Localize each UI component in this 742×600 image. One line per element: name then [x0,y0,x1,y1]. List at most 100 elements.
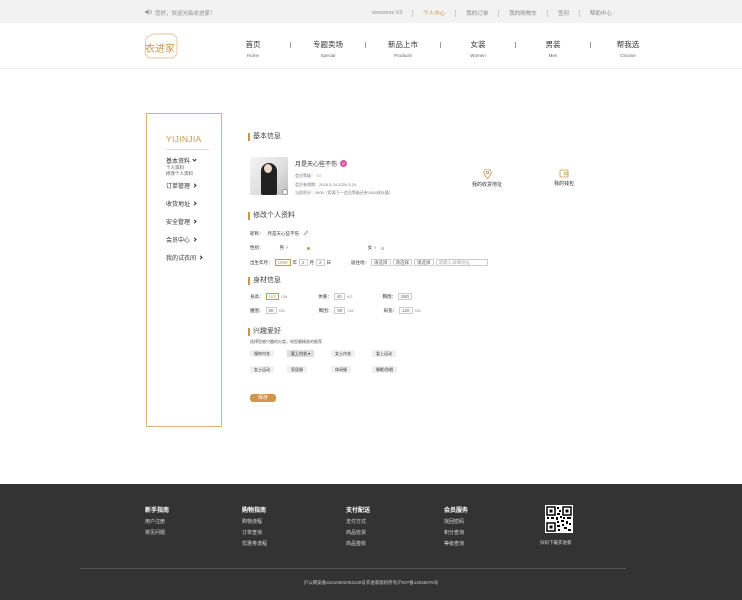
gender-male-option[interactable]: 男 ♂ [280,245,289,251]
city-select[interactable]: 请选择 [392,259,413,266]
footer-link[interactable]: 用户注册 [145,517,169,528]
wallet-icon [550,169,578,178]
username-link[interactable]: xxxxxxxx V3 [372,10,402,16]
shoulder-input[interactable]: 120 [399,307,413,314]
radio-empty-icon[interactable] [380,246,384,250]
nav-choose[interactable]: 帮我选 Choose [607,39,649,58]
top-bar: 您好，欢迎光临衣进家！ xxxxxxxx V3 个人中心 我的订单 我的购物车 … [0,0,742,23]
footer-link[interactable]: 商品检货 [346,528,370,539]
hobby-tag[interactable]: 休闲服 [331,366,351,373]
footer-link[interactable]: 常见问题 [145,528,169,539]
qr-caption: 扫码下载衣进家 [540,540,572,545]
vip-badge: V [340,160,348,167]
footer-col-payment: 支付配送 支付方式 商品检货 商品签收 [346,506,370,550]
hobby-tag[interactable]: 女士运动 [250,366,274,373]
hobby-tag[interactable]: 爱上运动 [372,350,396,357]
hobby-tag[interactable]: 女士内衣 [331,350,355,357]
sidebar-item-basic[interactable]: 基本资料 [166,156,202,165]
my-address-link[interactable]: 我的收货地址 [470,169,504,188]
logo-text: 衣进家 [145,44,175,55]
sidebar-brand: YIJINJIA [166,134,202,144]
radio-selected-icon[interactable] [306,246,310,250]
nav-men[interactable]: 男装 Men [532,39,574,58]
pencil-icon[interactable] [303,230,309,238]
qr-code-icon [545,505,573,533]
birth-day-input[interactable]: 2 [316,259,325,266]
gender-row: 性别： 男 ♂ 女 ♀ [250,245,384,251]
gender-female-option[interactable]: 女 ♀ [368,245,377,251]
footer-link[interactable]: 商品签收 [346,539,370,550]
nickname-value[interactable]: 月是天心些不伤 [268,231,300,237]
body-row-2: 腰围： 60 CM 臀围： 90 CM 肩宽： 120 CM [250,307,421,314]
save-button[interactable]: 保存 [250,394,276,402]
speaker-icon [145,9,152,17]
location-pin-icon [470,169,504,179]
nickname-row: 昵称： 月是天心些不伤 [250,230,309,238]
footer: 新手指南 用户注册 常见问题 购物指南 购物流程 订单查询 优惠劵流程 支付配送… [0,484,742,600]
main-nav: 首页 Home 专题卖场 Special 新品上市 Products 女装 Women … [232,39,649,58]
avatar-edit-icon[interactable] [282,189,288,195]
footer-link[interactable]: 找回密码 [444,517,468,528]
chevron-right-icon [192,183,197,188]
birth-month-input[interactable]: 2 [299,259,308,266]
hobby-hint: 选择您感兴趣的分类，给您最精准的推荐 [250,339,322,344]
sign-in-link[interactable]: 签到 [558,9,569,17]
sidebar-item-orders[interactable]: 订单管理 [166,181,202,190]
footer-col-guide: 新手指南 用户注册 常见问题 [145,506,169,539]
chevron-right-icon [192,201,197,206]
birth-row: 出生年月： 1999 年 2 月 2 日 居住地： 请选择 请选择 请选择 请输… [250,259,488,266]
nav-products[interactable]: 新品上市 Products [382,39,424,58]
welcome-area: 您好，欢迎光临衣进家！ [145,9,216,17]
sidebar: YIJINJIA 基本资料 个人资料 修改个人资料 订单管理 收货地址 安全管理… [146,113,222,427]
edit-profile-title: 修改个人资料 [248,212,295,220]
sidebar-item-address[interactable]: 收货地址 [166,199,202,208]
hip-input[interactable]: 90 [334,307,346,314]
member-level: 会员等级： V3 [295,173,322,178]
footer-link[interactable]: 支付方式 [346,517,370,528]
waist-input[interactable]: 60 [265,307,277,314]
hobby-tag[interactable]: 睡眠/防晒 [372,366,398,373]
nav-home[interactable]: 首页 Home [232,39,274,58]
my-orders-link[interactable]: 我的订单 [466,9,488,17]
logo[interactable]: 衣进家 [143,33,179,59]
help-center-link[interactable]: 帮助中心 [590,9,612,17]
user-nickname: 月是天心些不伤 V [295,159,348,168]
chevron-right-icon [192,237,197,242]
footer-link[interactable]: 订单查询 [242,528,267,539]
sidebar-item-security[interactable]: 安全管理 [166,217,202,226]
chevron-right-icon [192,219,197,224]
hobby-tag[interactable]: 家居服 [287,366,307,373]
hobby-tag[interactable]: 服饰内衣 [250,350,274,357]
province-select[interactable]: 请选择 [371,259,391,266]
birth-year-input[interactable]: 1999 [274,259,291,266]
district-select[interactable]: 请选择 [414,259,434,266]
top-links: xxxxxxxx V3 个人中心 我的订单 我的购物车 签到 帮助中心 [372,9,612,17]
sidebar-sub-edit-profile[interactable]: 修改个人资料 [166,171,202,177]
weight-input[interactable]: 40 [333,293,345,300]
welcome-text: 您好，欢迎光临衣进家！ [155,11,216,17]
hobby-tag-selected[interactable]: 爱上内衣 ▾ [287,350,315,357]
my-wallet-link[interactable]: 我的钱包 [550,169,578,187]
hobby-title: 兴趣爱好 [248,328,281,336]
copyright: 沪公网安备31010502004130号衣进家版权所有沪ICP备14035076… [303,580,439,585]
height-input[interactable]: 162 [265,293,280,300]
footer-link[interactable]: 优惠劵流程 [242,539,267,550]
chevron-down-icon [192,157,197,162]
address-detail-input[interactable]: 请输入详细地址 [435,259,488,266]
sidebar-item-fitting-room[interactable]: 我的试衣间 [166,253,203,262]
sidebar-item-member[interactable]: 会员中心 [166,235,202,244]
body-info-title: 身材信息 [248,277,281,285]
my-cart-link[interactable]: 我的购物车 [509,9,537,17]
footer-link[interactable]: 积分查询 [444,528,468,539]
footer-link[interactable]: 等级查询 [444,539,468,550]
body-row-1: 身高： 162 CM 体重： 40 KG 胸围： 36D [250,293,413,300]
footer-col-shopping: 购物指南 购物流程 订单查询 优惠劵流程 [242,506,267,550]
nav-special[interactable]: 专题卖场 Special [307,39,349,58]
basic-info-title: 基本信息 [248,133,281,141]
bust-input[interactable]: 36D [398,293,413,300]
footer-link[interactable]: 购物流程 [242,517,267,528]
chevron-right-icon [198,255,203,260]
personal-center-link[interactable]: 个人中心 [423,9,445,17]
nav-women[interactable]: 女装 Women [457,39,499,58]
member-validity: 会员有效期：2018.3.24-2020.3.24 [295,182,356,187]
